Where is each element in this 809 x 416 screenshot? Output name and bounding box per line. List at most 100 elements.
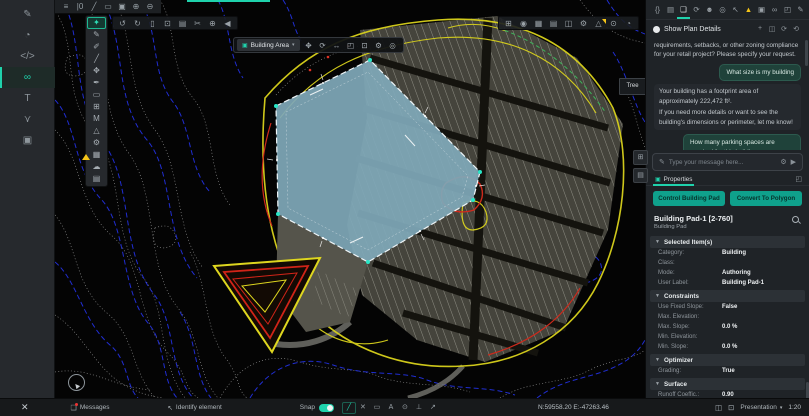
gear-icon[interactable]: ⚙: [87, 137, 106, 149]
snap-perpendicular-icon[interactable]: ⊥: [412, 402, 426, 414]
duplicate-icon[interactable]: ⊡: [358, 41, 372, 50]
snap-toggle[interactable]: [319, 404, 334, 412]
redo-icon[interactable]: ↻: [130, 19, 145, 28]
search-icon[interactable]: [792, 216, 801, 225]
view-cube[interactable]: Tree: [619, 78, 646, 95]
history-icon[interactable]: ⟳: [690, 1, 703, 19]
link-icon[interactable]: ∞: [768, 1, 781, 19]
history-icon[interactable]: ⟲: [790, 25, 802, 33]
add-icon[interactable]: ⊕: [205, 19, 220, 28]
add-icon[interactable]: ⊕: [129, 2, 143, 11]
presentation-mode-dropdown[interactable]: Presentation ▾: [740, 404, 782, 411]
list-icon[interactable]: ▤: [546, 19, 561, 28]
tab-properties[interactable]: ▣ Properties: [653, 173, 694, 186]
section-optimizer[interactable]: ▼ Optimizer: [650, 354, 805, 366]
identify-element-button[interactable]: ↖ Identify element: [167, 404, 221, 412]
rect-icon[interactable]: ▭: [87, 89, 106, 101]
trash-icon[interactable]: ▯: [145, 19, 160, 28]
grid-icon[interactable]: ⊞: [501, 19, 516, 28]
move-icon[interactable]: ✥: [302, 41, 316, 50]
line-icon[interactable]: ╱: [87, 53, 106, 65]
code-icon[interactable]: </>: [0, 46, 55, 67]
layers-button[interactable]: ⊞: [633, 150, 648, 165]
terrain-icon[interactable]: △: [591, 19, 606, 28]
snap-vertex-icon[interactable]: A: [384, 402, 398, 414]
pen-icon[interactable]: ✒: [87, 77, 106, 89]
pencil-icon[interactable]: ✎: [87, 29, 106, 41]
document-icon[interactable]: ▤: [664, 1, 677, 19]
chat-input[interactable]: ✎ Type your message here... ⚙ ▶: [652, 153, 803, 171]
section-selected-items[interactable]: ▼ Selected Item(s): [650, 236, 805, 248]
remove-icon[interactable]: ⊖: [143, 2, 157, 11]
brush-icon[interactable]: ✐: [87, 41, 106, 53]
link-icon[interactable]: ∞: [0, 67, 55, 88]
bolt-icon[interactable]: ▲: [742, 1, 755, 19]
collapse-icon[interactable]: ◀: [220, 19, 235, 28]
expand-button[interactable]: ▤: [633, 168, 648, 183]
clock-icon[interactable]: ◔: [621, 19, 636, 28]
cloud-icon[interactable]: ☁: [87, 161, 106, 173]
terrain-icon[interactable]: △: [87, 125, 106, 137]
select-wand-icon[interactable]: ✦: [87, 17, 106, 29]
frame-icon[interactable]: ⊡: [728, 403, 734, 412]
snap-intersection-icon[interactable]: ✕: [356, 402, 370, 414]
section-surface[interactable]: ▼ Surface: [650, 378, 805, 390]
user-icon[interactable]: ☻: [703, 1, 716, 19]
target-icon[interactable]: ⊙: [606, 19, 621, 28]
layout-icon[interactable]: ◫: [715, 403, 722, 412]
expand-icon[interactable]: ◰: [795, 175, 802, 183]
rotate-icon[interactable]: ⟳: [316, 41, 330, 50]
refresh-icon[interactable]: ⟳: [778, 25, 790, 33]
camera-icon[interactable]: ◉: [516, 19, 531, 28]
chat-scrollbar[interactable]: [805, 40, 808, 66]
settings-icon[interactable]: ⚙: [576, 19, 591, 28]
briefcase-icon[interactable]: ▣: [0, 130, 55, 151]
chat-icon[interactable]: ❑: [677, 1, 690, 19]
compass[interactable]: ▲: [68, 374, 85, 391]
measure-icon[interactable]: M: [87, 113, 106, 125]
scale-icon[interactable]: ↔: [330, 41, 344, 50]
expand-icon[interactable]: ◰: [781, 1, 794, 19]
columns-icon[interactable]: ◫: [561, 19, 576, 28]
site-canvas[interactable]: [55, 0, 645, 398]
close-icon[interactable]: ✕: [21, 402, 29, 413]
rect-tool-icon[interactable]: ▭: [101, 2, 115, 11]
snap-extend-icon[interactable]: ↗: [426, 402, 440, 414]
image-icon[interactable]: ▦: [87, 149, 106, 161]
globe-icon[interactable]: ◔: [0, 25, 55, 46]
text-tool-icon[interactable]: T: [0, 88, 55, 109]
snap-center-icon[interactable]: ⊙: [398, 402, 412, 414]
expand-icon[interactable]: ◰: [344, 41, 358, 50]
more-icon[interactable]: ◎: [386, 41, 400, 50]
control-building-pad-button[interactable]: Control Building Pad: [653, 191, 725, 206]
messages-button[interactable]: ❑ Messages: [71, 404, 110, 412]
copy-icon[interactable]: ⊡: [160, 19, 175, 28]
target-icon[interactable]: ◎: [716, 1, 729, 19]
paste-icon[interactable]: ▤: [175, 19, 190, 28]
shape-tool-icon[interactable]: ▣: [115, 2, 129, 11]
snap-box-icon[interactable]: ▭: [370, 402, 384, 414]
gear-icon[interactable]: ⚙: [780, 158, 786, 166]
undo-icon[interactable]: ↺: [115, 19, 130, 28]
cut-icon[interactable]: ✂: [190, 19, 205, 28]
send-icon[interactable]: ▶: [791, 158, 796, 166]
panel-icon[interactable]: ◫: [766, 25, 778, 33]
draw-icon[interactable]: ✎: [0, 4, 55, 25]
section-constraints[interactable]: ▼ Constraints: [650, 290, 805, 302]
grid-icon[interactable]: ⊞: [87, 101, 106, 113]
doc-icon[interactable]: ▤: [87, 173, 106, 185]
settings-icon[interactable]: ⚙: [372, 41, 386, 50]
edit-icon[interactable]: ✎: [794, 1, 807, 19]
pointer-icon[interactable]: ↖: [729, 1, 742, 19]
stall-counter-icon[interactable]: |0: [73, 2, 87, 11]
convert-to-polygon-button[interactable]: Convert To Polygon: [730, 191, 802, 206]
snap-line-icon[interactable]: ╱: [342, 402, 356, 414]
building-area-selector[interactable]: ▣ Building Area ▾: [237, 39, 300, 51]
network-icon[interactable]: ⋎: [0, 109, 55, 130]
folder-icon[interactable]: ▣: [755, 1, 768, 19]
menu-icon[interactable]: ≡: [59, 2, 73, 11]
hatch-icon[interactable]: ▦: [531, 19, 546, 28]
node-edit-icon[interactable]: ✥: [87, 65, 106, 77]
plus-icon[interactable]: +: [754, 25, 766, 33]
braces-icon[interactable]: {}: [651, 1, 664, 19]
